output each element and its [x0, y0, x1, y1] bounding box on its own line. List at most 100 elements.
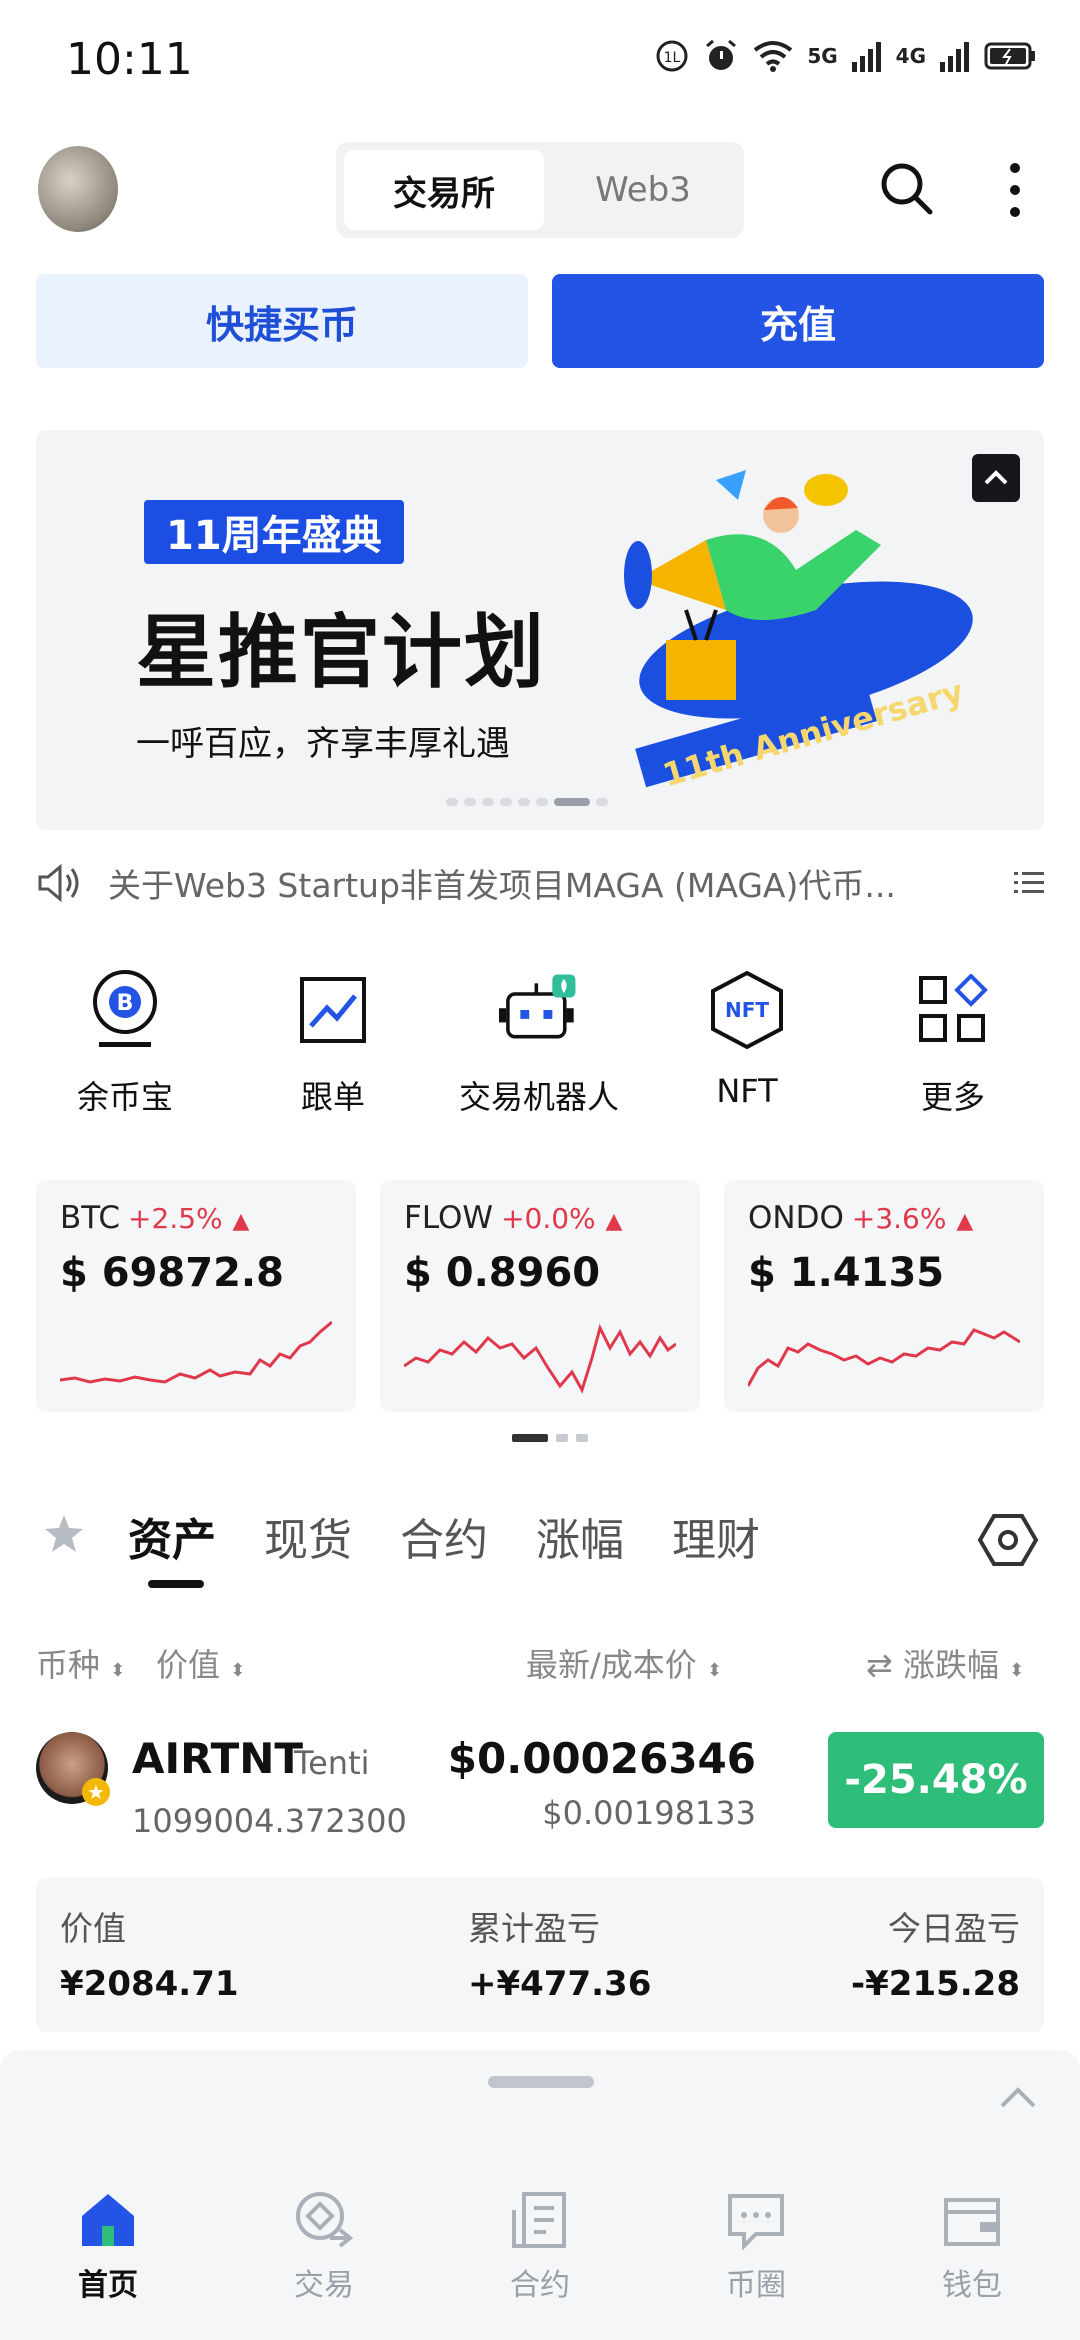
banner-page-dot[interactable]: [554, 798, 590, 806]
shortcut-label: 跟单: [300, 1078, 365, 1116]
asset-quantity: 1099004.372300: [132, 1802, 407, 1840]
summary-total-pnl: +¥477.36: [468, 1964, 652, 2004]
speaker-icon: [38, 863, 79, 903]
market-change: +0.0%: [501, 1202, 596, 1235]
signal-icon: [851, 42, 881, 72]
market-card-btc[interactable]: BTC +2.5% ▲ $ 69872.8: [36, 1180, 356, 1412]
banner-page-dot[interactable]: [536, 798, 548, 806]
status-icons: 1L 5G 4G: [655, 38, 1036, 74]
grid-more-icon: [913, 970, 993, 1050]
tab-active-indicator: [148, 1580, 204, 1588]
bottom-sheet[interactable]: [0, 2050, 1080, 2160]
banner-page-dot[interactable]: [464, 798, 476, 806]
shortcut-label: 余币宝: [76, 1078, 173, 1116]
status-time: 10:11: [66, 34, 193, 85]
nav-label: 交易: [294, 2268, 354, 2303]
summary-total-pnl-label: 累计盈亏: [468, 1909, 600, 1948]
tab-earn[interactable]: 理财: [672, 1504, 760, 1568]
sort-value[interactable]: 价值 ⬍: [156, 1640, 245, 1686]
market-card-ondo[interactable]: ONDO +3.6% ▲ $ 1.4135: [724, 1180, 1044, 1412]
flow-sparkline: [404, 1323, 676, 1394]
deposit-button[interactable]: 充值: [552, 274, 1044, 368]
market-page-dot[interactable]: [556, 1434, 568, 1442]
asset-summary-card[interactable]: 价值 ¥2084.71 累计盈亏 +¥477.36 今日盈亏 -¥215.28: [36, 1878, 1044, 2032]
tab-exchange[interactable]: 交易所: [344, 150, 544, 230]
announcement-text: 关于Web3 Startup非首发项目MAGA (MAGA)代币...: [108, 866, 896, 905]
list-icon[interactable]: [1014, 870, 1044, 896]
nav-label: 币圈: [726, 2268, 786, 2303]
market-card-flow[interactable]: FLOW +0.0% ▲ $ 0.8960: [380, 1180, 700, 1412]
nav-wallet[interactable]: 钱包: [902, 2190, 1042, 2304]
summary-value-label: 价值: [60, 1909, 126, 1948]
nav-home[interactable]: 首页: [38, 2190, 178, 2304]
battery-icon: [984, 42, 1035, 70]
chevron-up-icon[interactable]: [998, 2086, 1038, 2110]
shortcut-trading-bot[interactable]: 交易机器人: [444, 970, 634, 1118]
banner-title: 星推官计划: [136, 606, 546, 699]
more-vertical-icon[interactable]: [1000, 158, 1030, 222]
svg-text:1L: 1L: [664, 50, 681, 66]
nav-label: 首页: [78, 2268, 138, 2303]
header-coin-label: 币种: [36, 1646, 101, 1684]
nav-trade[interactable]: 交易: [254, 2190, 394, 2304]
banner-page-dot[interactable]: [518, 798, 530, 806]
robot-icon: [499, 970, 579, 1050]
banner-page-dot[interactable]: [446, 798, 458, 806]
nft-hexagon-icon: NFT: [707, 970, 787, 1050]
up-arrow-icon: ▲: [956, 1209, 974, 1234]
shortcut-nft[interactable]: NFT NFT: [652, 970, 842, 1110]
settings-hexagon-icon[interactable]: [978, 1512, 1038, 1568]
asset-change-badge[interactable]: -25.48%: [828, 1732, 1044, 1828]
tab-web3[interactable]: Web3: [548, 150, 738, 230]
star-icon[interactable]: [42, 1512, 86, 1556]
nav-futures[interactable]: 合约: [470, 2190, 610, 2304]
asset-name[interactable]: AIRTNT: [132, 1734, 303, 1783]
shortcut-more[interactable]: 更多: [858, 970, 1048, 1118]
sort-price[interactable]: 最新/成本价 ⬍: [526, 1640, 722, 1686]
sort-coin[interactable]: 币种 ⬍: [36, 1640, 125, 1686]
shortcut-label: NFT: [716, 1072, 778, 1110]
sort-icon: ⬍: [706, 1660, 723, 1681]
favorite-star-icon: ★: [82, 1778, 110, 1806]
home-icon: [82, 2194, 134, 2246]
nav-community[interactable]: 币圈: [686, 2190, 826, 2304]
tab-assets[interactable]: 资产: [128, 1504, 216, 1568]
shortcut-savings[interactable]: B 余币宝: [30, 970, 220, 1118]
banner-pagination: [446, 798, 608, 806]
signal-5g-label: 5G: [807, 44, 838, 68]
banner-collapse-button[interactable]: [972, 454, 1020, 502]
banner-page-dot[interactable]: [596, 798, 608, 806]
ondo-sparkline: [748, 1328, 1020, 1387]
nav-label: 钱包: [942, 2268, 1002, 2303]
sort-icon: ⬍: [110, 1660, 126, 1681]
wifi-icon: [754, 41, 793, 72]
market-page-dot[interactable]: [576, 1434, 588, 1442]
announcement-bar[interactable]: 关于Web3 Startup非首发项目MAGA (MAGA)代币...: [36, 858, 1044, 908]
tab-spot[interactable]: 现货: [264, 1504, 352, 1568]
wallet-icon: [944, 2198, 1000, 2246]
banner-illustration: 11th Anniversary: [624, 470, 973, 790]
banner-page-dot[interactable]: [500, 798, 512, 806]
search-icon[interactable]: [878, 160, 934, 216]
profile-avatar[interactable]: [38, 146, 118, 232]
quick-buy-button[interactable]: 快捷买币: [36, 274, 528, 368]
market-change: +3.6%: [851, 1202, 947, 1235]
banner-badge: 11周年盛典: [144, 500, 404, 564]
summary-today-pnl-label: 今日盈亏: [888, 1909, 1020, 1948]
banner-page-dot[interactable]: [482, 798, 494, 806]
sort-icon: ⬍: [1009, 1660, 1025, 1681]
asset-price: $0.00026346: [447, 1734, 756, 1783]
nav-label: 合约: [510, 2268, 570, 2303]
market-symbol: ONDO: [748, 1200, 844, 1236]
sort-change[interactable]: ⇄ 涨跌幅 ⬍: [866, 1640, 1024, 1686]
svg-text:B: B: [117, 991, 134, 1016]
tab-gainers[interactable]: 涨幅: [536, 1504, 624, 1568]
shortcut-copy-trading[interactable]: 跟单: [238, 970, 428, 1118]
sheet-drag-handle[interactable]: [488, 2076, 594, 2088]
promo-banner[interactable]: 11周年盛典 星推官计划 一呼百应，齐享丰厚礼遇 11th Anniversar…: [36, 430, 1044, 830]
btc-sparkline: [60, 1320, 332, 1384]
market-page-dot[interactable]: [512, 1434, 548, 1442]
hd-icon: 1L: [656, 40, 688, 72]
tab-futures[interactable]: 合约: [400, 1504, 488, 1568]
signal-4g-label: 4G: [895, 44, 926, 68]
